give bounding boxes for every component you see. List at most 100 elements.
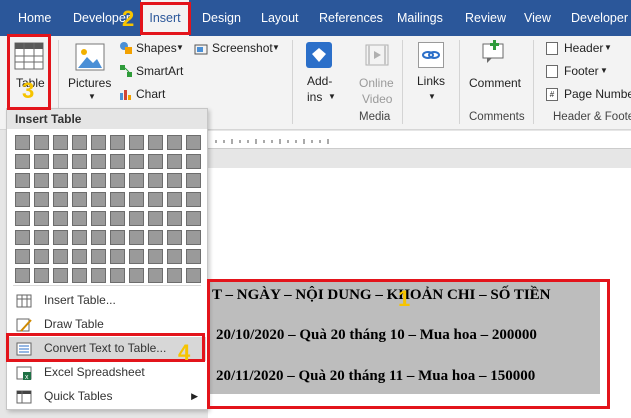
table-grid-cell[interactable] xyxy=(129,192,144,207)
table-grid-cell[interactable] xyxy=(167,192,182,207)
table-grid-cell[interactable] xyxy=(129,249,144,264)
table-grid-cell[interactable] xyxy=(129,211,144,226)
table-grid-cell[interactable] xyxy=(15,173,30,188)
table-grid-cell[interactable] xyxy=(167,230,182,245)
smartart-button[interactable]: SmartArt xyxy=(136,64,183,78)
page-number-button[interactable]: Page Numbe xyxy=(564,87,631,101)
table-grid-cell[interactable] xyxy=(72,211,87,226)
table-grid-cell[interactable] xyxy=(15,135,30,150)
tab-design[interactable]: Design xyxy=(202,0,241,36)
table-grid-cell[interactable] xyxy=(91,173,106,188)
table-grid-cell[interactable] xyxy=(53,173,68,188)
chart-button[interactable]: Chart xyxy=(136,87,165,101)
table-grid-cell[interactable] xyxy=(34,154,49,169)
table-grid-cell[interactable] xyxy=(72,173,87,188)
table-grid-cell[interactable] xyxy=(91,154,106,169)
table-grid-cell[interactable] xyxy=(110,192,125,207)
table-grid-cell[interactable] xyxy=(110,154,125,169)
table-grid-cell[interactable] xyxy=(15,192,30,207)
table-grid-cell[interactable] xyxy=(53,211,68,226)
table-grid-cell[interactable] xyxy=(34,230,49,245)
links-button[interactable]: Links xyxy=(417,74,445,88)
table-grid-cell[interactable] xyxy=(72,154,87,169)
table-grid-cell[interactable] xyxy=(129,268,144,283)
header-button[interactable]: Header xyxy=(564,41,603,55)
table-grid-cell[interactable] xyxy=(34,192,49,207)
table-grid-cell[interactable] xyxy=(167,249,182,264)
table-grid-cell[interactable] xyxy=(72,135,87,150)
table-grid-cell[interactable] xyxy=(167,135,182,150)
table-grid-cell[interactable] xyxy=(53,192,68,207)
table-grid-cell[interactable] xyxy=(34,135,49,150)
table-grid-cell[interactable] xyxy=(167,268,182,283)
tab-references[interactable]: References xyxy=(319,0,383,36)
table-grid-cell[interactable] xyxy=(167,154,182,169)
addins-label[interactable]: Add- xyxy=(307,74,332,88)
tab-home[interactable]: Home xyxy=(18,0,51,36)
table-grid-cell[interactable] xyxy=(53,249,68,264)
table-grid-cell[interactable] xyxy=(148,249,163,264)
table-grid-cell[interactable] xyxy=(91,249,106,264)
table-grid-cell[interactable] xyxy=(72,230,87,245)
table-grid-cell[interactable] xyxy=(72,192,87,207)
table-grid-cell[interactable] xyxy=(15,268,30,283)
table-grid-cell[interactable] xyxy=(110,268,125,283)
table-grid-cell[interactable] xyxy=(15,211,30,226)
table-grid-cell[interactable] xyxy=(186,173,201,188)
table-grid-cell[interactable] xyxy=(148,173,163,188)
screenshot-button[interactable]: Screenshot xyxy=(212,41,273,55)
shapes-button[interactable]: Shapes xyxy=(136,41,177,55)
table-grid-cell[interactable] xyxy=(129,230,144,245)
table-grid-cell[interactable] xyxy=(72,249,87,264)
table-grid-cell[interactable] xyxy=(110,211,125,226)
table-grid-cell[interactable] xyxy=(15,154,30,169)
tab-view[interactable]: View xyxy=(524,0,551,36)
quick-tables-item[interactable]: Quick Tables ▶ xyxy=(8,385,206,409)
table-grid-cell[interactable] xyxy=(186,268,201,283)
insert-table-item[interactable]: Insert Table... xyxy=(8,289,206,313)
table-grid-cell[interactable] xyxy=(186,211,201,226)
table-grid-cell[interactable] xyxy=(91,192,106,207)
table-grid-cell[interactable] xyxy=(148,135,163,150)
table-grid-cell[interactable] xyxy=(91,268,106,283)
table-grid-cell[interactable] xyxy=(34,211,49,226)
tab-layout[interactable]: Layout xyxy=(261,0,299,36)
table-grid-cell[interactable] xyxy=(34,173,49,188)
table-grid-cell[interactable] xyxy=(53,230,68,245)
table-grid-cell[interactable] xyxy=(53,154,68,169)
table-grid-cell[interactable] xyxy=(72,268,87,283)
table-grid-cell[interactable] xyxy=(34,268,49,283)
online-video-button[interactable]: Online xyxy=(359,76,394,90)
footer-button[interactable]: Footer xyxy=(564,64,599,78)
table-grid-cell[interactable] xyxy=(110,173,125,188)
table-grid-cell[interactable] xyxy=(186,154,201,169)
table-grid-cell[interactable] xyxy=(129,173,144,188)
tab-developer-2[interactable]: Developer xyxy=(571,0,628,36)
table-grid-cell[interactable] xyxy=(110,249,125,264)
table-grid-cell[interactable] xyxy=(167,211,182,226)
table-grid-cell[interactable] xyxy=(53,268,68,283)
table-grid-cell[interactable] xyxy=(15,249,30,264)
comment-button[interactable]: Comment xyxy=(469,76,521,90)
table-grid-cell[interactable] xyxy=(148,268,163,283)
table-grid-cell[interactable] xyxy=(129,154,144,169)
table-grid-cell[interactable] xyxy=(53,135,68,150)
table-grid-cell[interactable] xyxy=(34,249,49,264)
pictures-button[interactable] xyxy=(74,42,108,72)
table-grid-cell[interactable] xyxy=(110,230,125,245)
table-grid-cell[interactable] xyxy=(148,211,163,226)
table-grid-cell[interactable] xyxy=(186,249,201,264)
table-grid-cell[interactable] xyxy=(148,192,163,207)
table-grid-cell[interactable] xyxy=(91,230,106,245)
excel-spreadsheet-item[interactable]: x Excel Spreadsheet xyxy=(8,361,206,385)
table-grid-cell[interactable] xyxy=(186,135,201,150)
table-grid-cell[interactable] xyxy=(186,230,201,245)
table-grid-cell[interactable] xyxy=(110,135,125,150)
table-grid-cell[interactable] xyxy=(148,230,163,245)
table-grid-cell[interactable] xyxy=(91,135,106,150)
table-grid-cell[interactable] xyxy=(15,230,30,245)
tab-mailings[interactable]: Mailings xyxy=(397,0,443,36)
table-grid-cell[interactable] xyxy=(186,192,201,207)
table-grid-cell[interactable] xyxy=(148,154,163,169)
table-grid-cell[interactable] xyxy=(91,211,106,226)
